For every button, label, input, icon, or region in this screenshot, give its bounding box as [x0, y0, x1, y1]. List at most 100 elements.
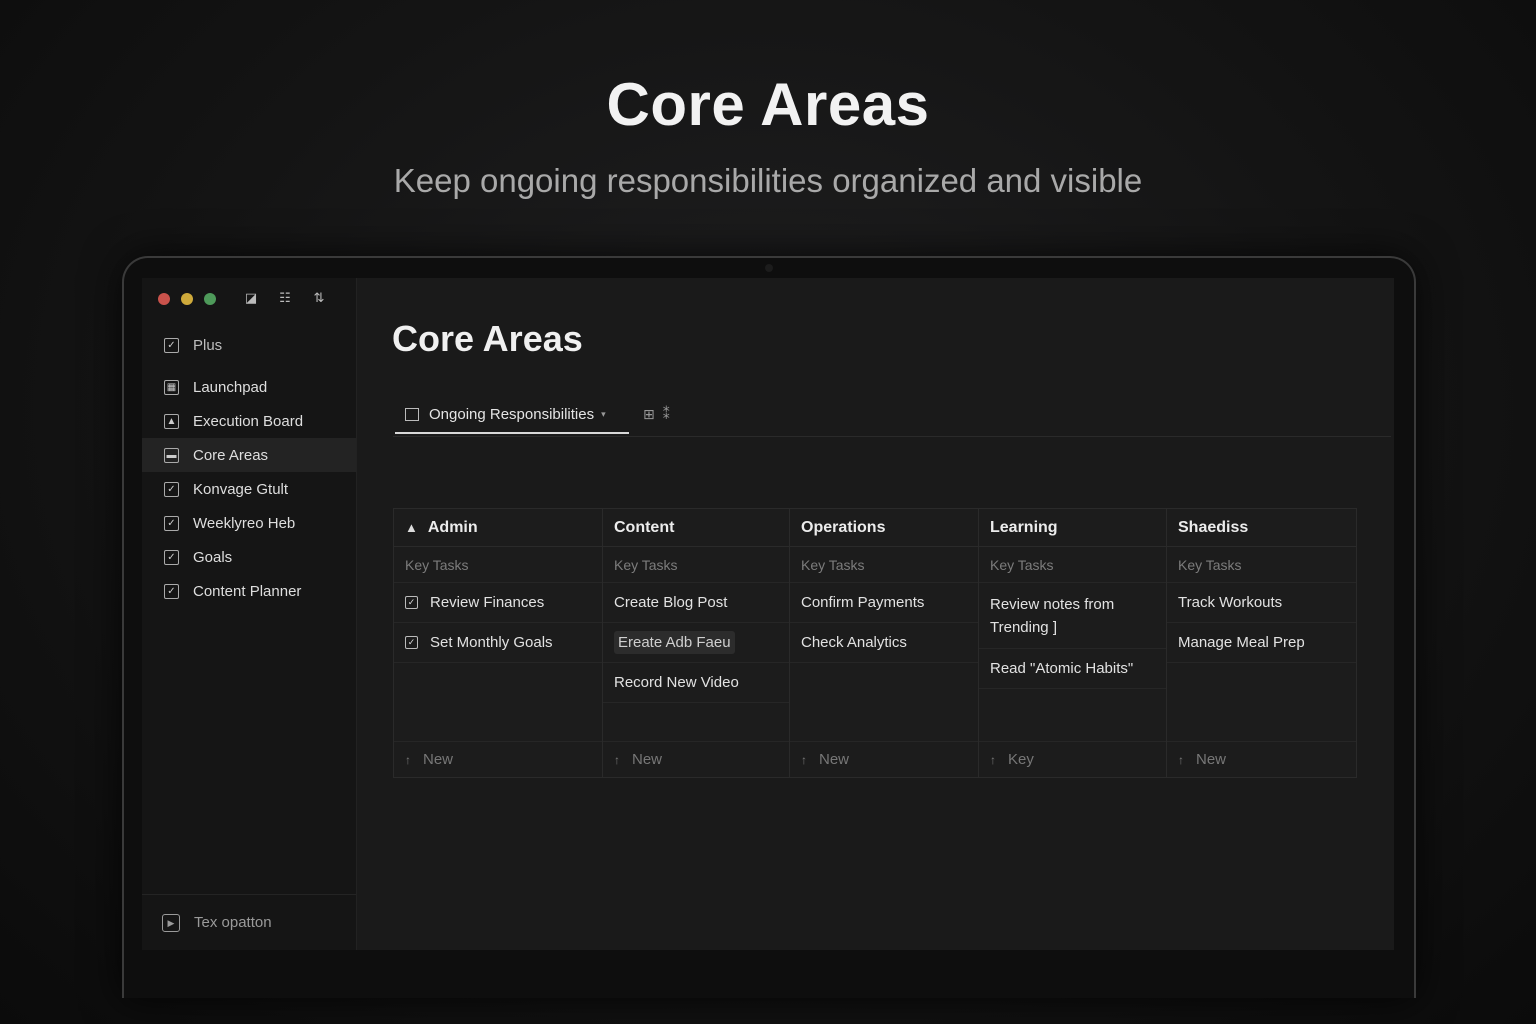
- sidebar-item-label: Core Areas: [193, 446, 269, 464]
- tab-ongoing-responsibilities[interactable]: Ongoing Responsibilities ▾: [395, 396, 629, 434]
- task-label: Record New Video: [614, 674, 739, 691]
- new-item-label: New: [819, 751, 850, 768]
- task-label: Manage Meal Prep: [1178, 634, 1305, 651]
- checkbox-icon: ✓: [164, 549, 179, 565]
- shuffle-icon[interactable]: ⁑: [663, 406, 670, 423]
- sidebar-item-weeklyreo-heb[interactable]: ✓ Weeklyreo Heb: [142, 506, 356, 540]
- new-item-label: New: [632, 751, 663, 768]
- tab-label: Ongoing Responsibilities: [429, 405, 595, 423]
- task-label: Check Analytics: [801, 634, 907, 651]
- checkbox-icon: ✓: [164, 481, 179, 497]
- sidebar-footer-label: Tex opatton: [194, 914, 272, 931]
- arrow-up-icon: ↑: [990, 752, 996, 767]
- task-label: Create Blog Post: [614, 594, 728, 611]
- task-card[interactable]: Manage Meal Prep: [1167, 623, 1356, 663]
- new-item-label: Key: [1008, 751, 1034, 768]
- checkbox-icon: ✓: [164, 583, 179, 599]
- checkbox-icon[interactable]: ✓: [405, 636, 418, 649]
- maximize-window-button[interactable]: [204, 293, 216, 305]
- board-column-admin: ▲ Admin Key Tasks ✓ Review Finances ✓ Se…: [394, 509, 603, 777]
- hero-title: Core Areas: [606, 71, 930, 138]
- close-window-button[interactable]: [158, 293, 170, 305]
- new-item-button[interactable]: ↑ Key: [979, 741, 1166, 777]
- sort-icon[interactable]: ⇅: [310, 290, 328, 306]
- sidebar-item-label: Goals: [193, 548, 233, 566]
- column-subheader: Key Tasks: [1167, 547, 1356, 583]
- arrow-up-icon: ↑: [801, 752, 807, 767]
- list-icon[interactable]: ☷: [276, 290, 294, 306]
- column-title: Content: [614, 518, 675, 536]
- arrow-up-icon: ↑: [614, 752, 620, 767]
- column-header[interactable]: Operations: [790, 509, 978, 547]
- camera-dot: [765, 264, 773, 272]
- main-content: Core Areas Ongoing Responsibilities ▾ ⊞ …: [357, 278, 1394, 950]
- sidebar-item-label: Execution Board: [193, 412, 304, 430]
- chart-icon: ▲: [164, 413, 179, 429]
- sidebar-item-plus[interactable]: ✓ Plus: [142, 328, 356, 362]
- sidebar-item-core-areas[interactable]: ▬ Core Areas: [142, 438, 356, 472]
- view-bar: Ongoing Responsibilities ▾ ⊞ ⁑: [393, 396, 1391, 437]
- sidebar-item-goals[interactable]: ✓ Goals: [142, 540, 356, 574]
- task-label: Track Workouts: [1178, 594, 1283, 611]
- minimize-window-button[interactable]: [181, 293, 193, 305]
- board: ▲ Admin Key Tasks ✓ Review Finances ✓ Se…: [393, 508, 1357, 778]
- sidebar-item-konvage-gtult[interactable]: ✓ Konvage Gtult: [142, 472, 356, 506]
- new-item-label: New: [423, 751, 454, 768]
- calendar-icon: ▬: [164, 447, 179, 463]
- column-subheader: Key Tasks: [790, 547, 978, 583]
- column-title: Shaediss: [1178, 518, 1249, 536]
- play-icon: ▶: [162, 913, 180, 932]
- board-column-shaediss: Shaediss Key Tasks Track Workouts Manage…: [1167, 509, 1356, 777]
- task-card[interactable]: ✓ Review Finances: [394, 583, 602, 623]
- task-label: Review Finances: [430, 594, 545, 611]
- column-title: Operations: [801, 518, 886, 536]
- task-card[interactable]: Review notes from Trending ]: [979, 583, 1166, 649]
- inbox-icon[interactable]: ◪: [242, 290, 260, 306]
- board-column-operations: Operations Key Tasks Confirm Payments Ch…: [790, 509, 979, 777]
- column-subheader: Key Tasks: [603, 547, 789, 583]
- column-title: Learning: [990, 518, 1058, 536]
- column-header[interactable]: Shaediss: [1167, 509, 1356, 547]
- sidebar: ◪ ☷ ⇅ ✓ Plus ▦ Launchpad ▲ Execution Boa…: [142, 278, 357, 950]
- new-item-button[interactable]: ↑ New: [603, 741, 789, 777]
- sidebar-item-label: Launchpad: [193, 378, 268, 396]
- sidebar-item-content-planner[interactable]: ✓ Content Planner: [142, 574, 356, 608]
- sidebar-item-launchpad[interactable]: ▦ Launchpad: [142, 370, 356, 404]
- laptop-frame: ◪ ☷ ⇅ ✓ Plus ▦ Launchpad ▲ Execution Boa…: [122, 256, 1416, 998]
- new-item-button[interactable]: ↑ New: [394, 741, 602, 777]
- sidebar-item-execution-board[interactable]: ▲ Execution Board: [142, 404, 356, 438]
- task-card[interactable]: Ereate Adb Faeu: [603, 623, 789, 663]
- task-label: Set Monthly Goals: [430, 634, 553, 651]
- column-subheader: Key Tasks: [979, 547, 1166, 583]
- task-card[interactable]: Track Workouts: [1167, 583, 1356, 623]
- task-card[interactable]: Confirm Payments: [790, 583, 978, 623]
- sidebar-item-label: Weeklyreo Heb: [193, 514, 296, 532]
- checkbox-icon: ✓: [164, 337, 179, 353]
- task-card[interactable]: Check Analytics: [790, 623, 978, 663]
- lock-icon[interactable]: ⊞: [643, 406, 655, 423]
- hero-subtitle: Keep ongoing responsibilities organized …: [393, 162, 1143, 199]
- new-item-button[interactable]: ↑ New: [790, 741, 978, 777]
- task-card[interactable]: Read "Atomic Habits": [979, 649, 1166, 689]
- column-header[interactable]: ▲ Admin: [394, 509, 602, 547]
- task-card[interactable]: Record New Video: [603, 663, 789, 703]
- task-card[interactable]: Create Blog Post: [603, 583, 789, 623]
- task-label: Review notes from Trending ]: [990, 595, 1115, 636]
- sidebar-toolbar: ◪ ☷ ⇅: [242, 290, 328, 306]
- column-header[interactable]: Content: [603, 509, 789, 547]
- column-subheader: Key Tasks: [394, 547, 602, 583]
- sidebar-item-label: Content Planner: [193, 582, 302, 600]
- window-controls: [158, 293, 216, 305]
- arrow-up-icon: ↑: [1178, 752, 1184, 767]
- chevron-down-icon[interactable]: ▾: [601, 409, 606, 420]
- task-card[interactable]: ✓ Set Monthly Goals: [394, 623, 602, 663]
- column-header[interactable]: Learning: [979, 509, 1166, 547]
- task-label: Read "Atomic Habits": [990, 660, 1134, 677]
- person-icon: ▲: [405, 520, 418, 535]
- new-item-label: New: [1196, 751, 1227, 768]
- new-item-button[interactable]: ↑ New: [1167, 741, 1356, 777]
- launchpad-icon: ▦: [164, 379, 179, 395]
- checkbox-icon[interactable]: ✓: [405, 596, 418, 609]
- sidebar-footer-button[interactable]: ▶ Tex opatton: [142, 894, 356, 950]
- task-label: Confirm Payments: [801, 594, 925, 611]
